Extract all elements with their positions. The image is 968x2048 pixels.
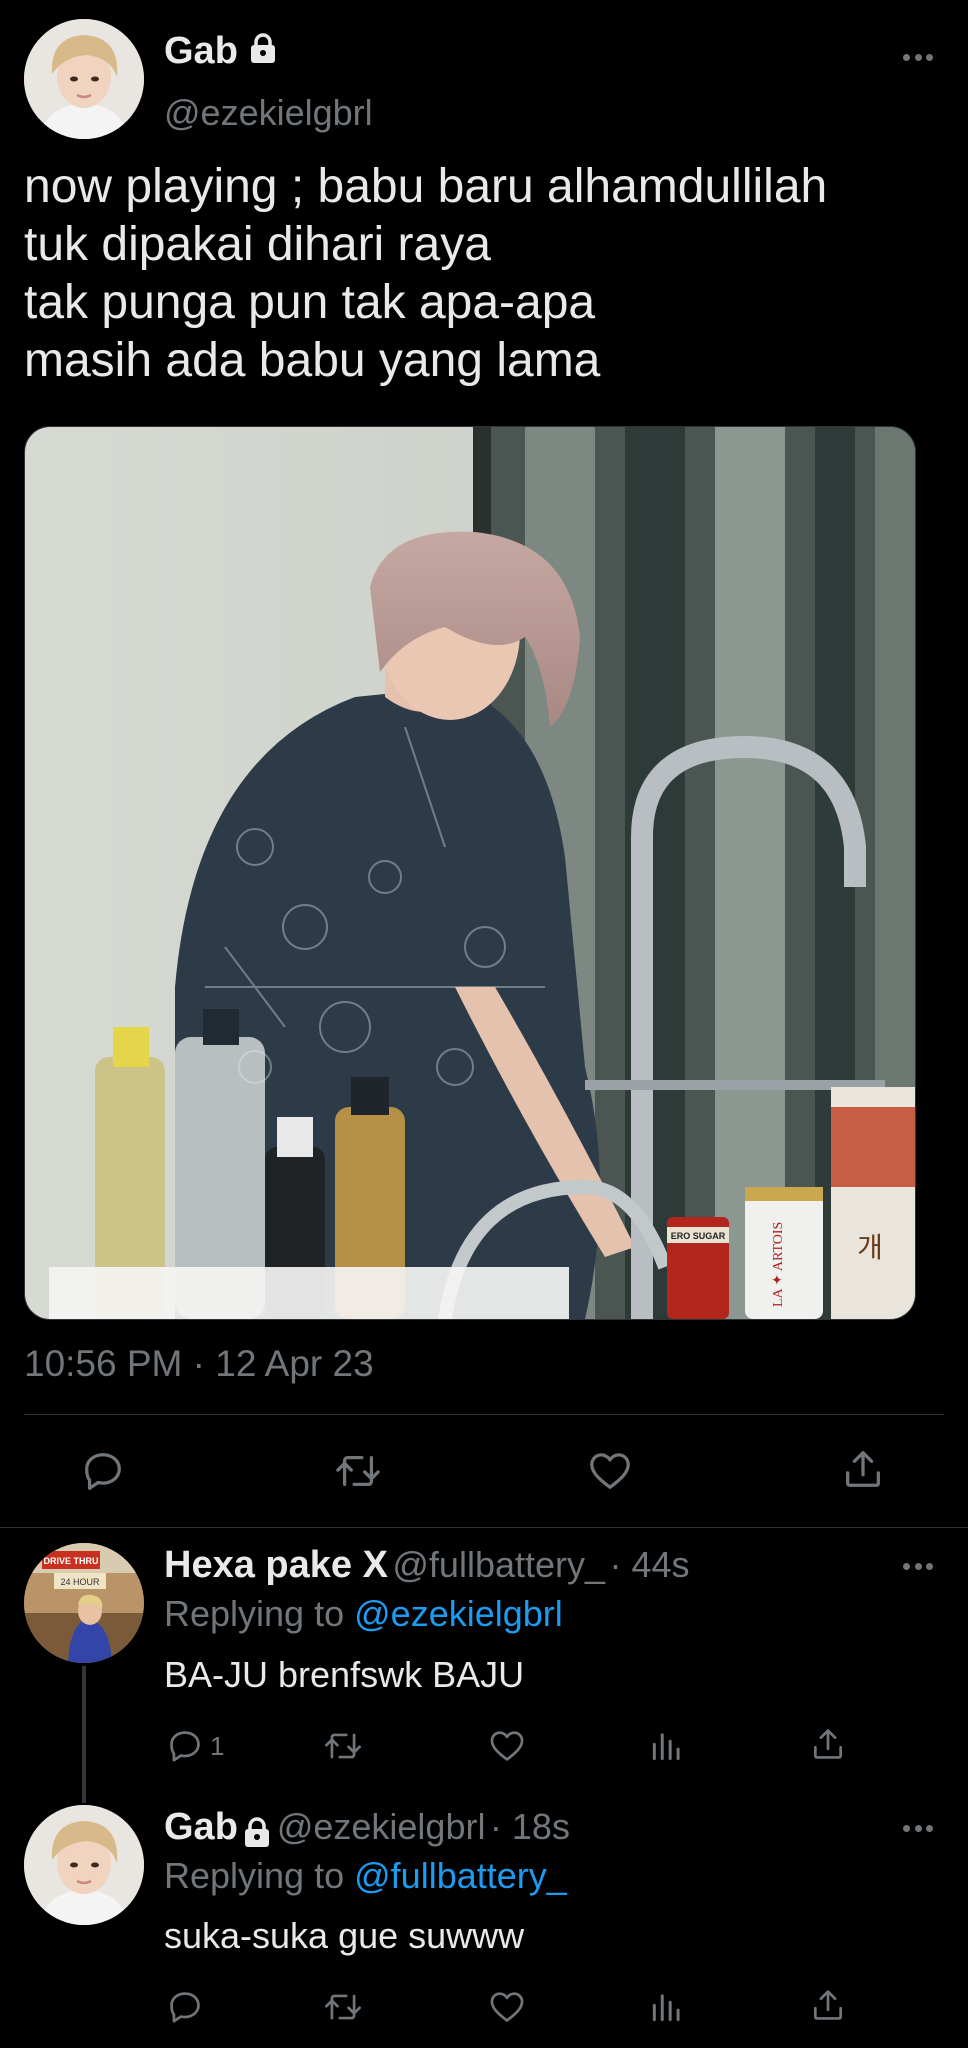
- author-name[interactable]: Gab: [164, 30, 278, 74]
- more-icon[interactable]: [903, 1822, 933, 1834]
- reply-author-name[interactable]: Gab: [164, 1806, 238, 1848]
- reply-text: suka-suka gue suwww: [164, 1915, 525, 1956]
- retweet-icon[interactable]: [322, 1988, 364, 2026]
- heart-icon[interactable]: [487, 1727, 527, 1765]
- replying-mention[interactable]: @ezekielgbrl: [354, 1593, 563, 1634]
- more-icon[interactable]: [903, 51, 933, 63]
- reply-count: 1: [210, 1730, 225, 1761]
- share-icon[interactable]: [809, 1725, 847, 1763]
- photo-image: ERO SUGAR LA ✦ ARTOIS 개: [25, 427, 915, 1319]
- reply-icon[interactable]: [80, 1448, 126, 1494]
- replying-to: Replying to @ezekielgbrl: [164, 1593, 563, 1635]
- divider: [0, 1527, 968, 1528]
- more-icon[interactable]: [903, 1560, 933, 1572]
- retweet-icon[interactable]: [322, 1727, 364, 1765]
- views-icon[interactable]: [648, 1988, 686, 2026]
- heart-icon[interactable]: [586, 1448, 634, 1494]
- share-icon[interactable]: [809, 1986, 847, 2024]
- replying-prefix: Replying to: [164, 1593, 345, 1634]
- avatar-image: DRIVE THRU 24 HOUR: [24, 1543, 144, 1663]
- can-label-small: ERO SUGAR: [671, 1231, 726, 1241]
- avatar-sign-bottom: 24 HOUR: [60, 1577, 100, 1587]
- can-label: LA ✦ ARTOIS: [771, 1222, 786, 1307]
- share-icon[interactable]: [840, 1446, 886, 1492]
- reply-author-name[interactable]: Hexa pake X: [164, 1544, 388, 1586]
- views-icon[interactable]: [648, 1727, 686, 1765]
- reply-avatar[interactable]: [24, 1805, 144, 1925]
- author-handle[interactable]: @ezekielgbrl: [164, 92, 373, 134]
- reply-time[interactable]: · 44s: [609, 1544, 689, 1585]
- replying-prefix: Replying to: [164, 1855, 345, 1896]
- reply-avatar[interactable]: DRIVE THRU 24 HOUR: [24, 1543, 144, 1663]
- author-avatar[interactable]: [24, 19, 144, 139]
- replying-mention[interactable]: @fullbattery_: [354, 1855, 567, 1896]
- tweet-photo[interactable]: ERO SUGAR LA ✦ ARTOIS 개: [24, 426, 916, 1320]
- tweet-text-line: now playing ; babu baru alhamdullilah: [24, 160, 828, 213]
- replying-to: Replying to @fullbattery_: [164, 1855, 567, 1897]
- lock-icon: [242, 1816, 272, 1853]
- heart-icon[interactable]: [487, 1988, 527, 2026]
- lock-icon: [248, 31, 278, 74]
- reply-time[interactable]: · 18s: [490, 1806, 570, 1847]
- package-label: 개: [857, 1231, 883, 1264]
- avatar-image: [24, 19, 144, 139]
- divider: [24, 1414, 944, 1415]
- tweet-text-line: masih ada babu yang lama: [24, 334, 601, 387]
- retweet-icon[interactable]: [332, 1448, 384, 1494]
- reply-header: Hexa pake X @fullbattery_ · 44s: [164, 1544, 690, 1587]
- tweet-text-line: tuk dipakai dihari raya: [24, 218, 491, 271]
- reply-author-handle[interactable]: @ezekielgbrl: [277, 1806, 486, 1847]
- reply-icon[interactable]: 1: [166, 1727, 224, 1765]
- tweet-timestamp[interactable]: 10:56 PM · 12 Apr 23: [24, 1343, 374, 1385]
- avatar-image: [24, 1805, 144, 1925]
- reply-header: Gab @ezekielgbrl · 18s: [164, 1806, 570, 1853]
- tweet-text-line: tak punga pun tak apa-apa: [24, 276, 596, 329]
- tweet-text: now playing ; babu baru alhamdullilah tu…: [24, 158, 944, 390]
- thread-line: [82, 1666, 86, 1803]
- reply-author-handle[interactable]: @fullbattery_: [392, 1544, 605, 1585]
- reply-text: BA-JU brenfswk BAJU: [164, 1654, 525, 1695]
- avatar-sign-top: DRIVE THRU: [43, 1556, 98, 1566]
- reply-icon[interactable]: [166, 1988, 204, 2026]
- author-name-text: Gab: [164, 30, 238, 72]
